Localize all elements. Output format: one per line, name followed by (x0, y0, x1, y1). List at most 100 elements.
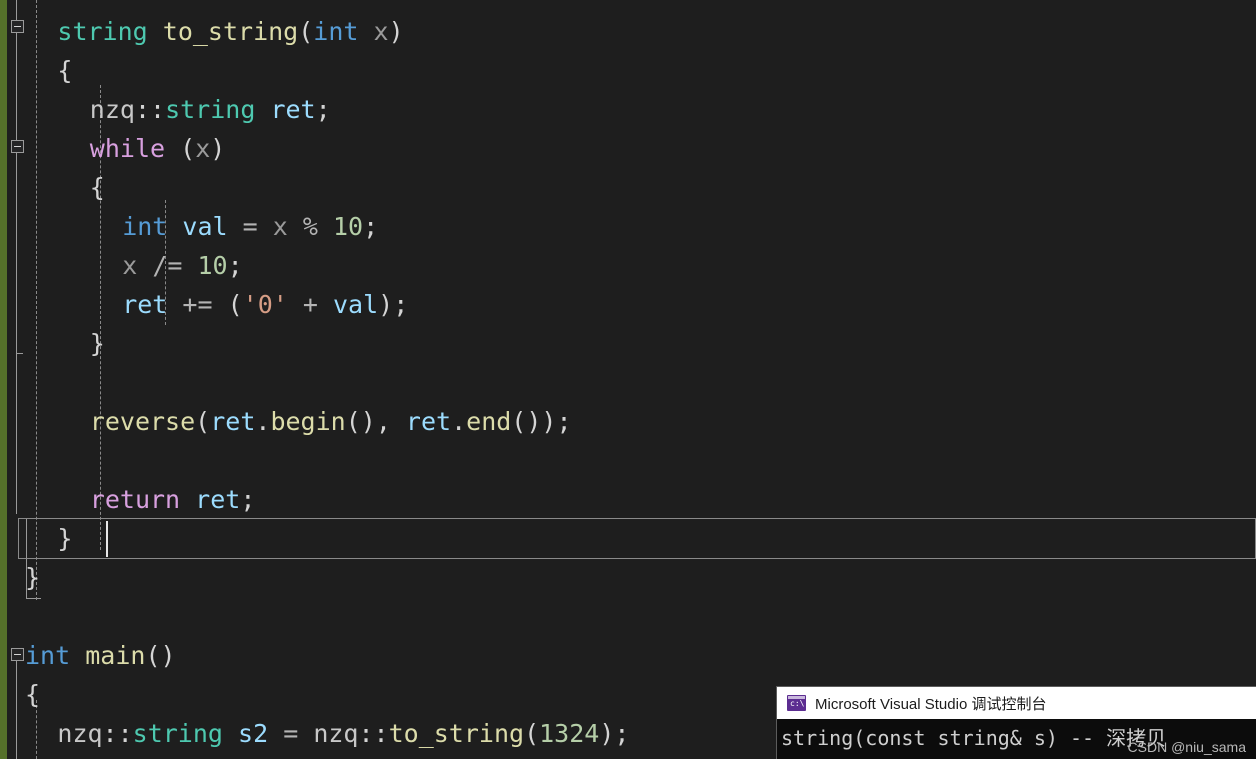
code-token: ( (195, 407, 211, 436)
code-line[interactable]: ret += ('0' + val); (122, 285, 408, 324)
debug-console-window[interactable]: Microsoft Visual Studio 调试控制台 string(con… (776, 686, 1256, 759)
code-token: ; (393, 290, 409, 319)
code-token: while (89, 134, 166, 163)
code-token: val (182, 212, 228, 241)
code-token: = (242, 212, 258, 241)
code-line[interactable]: string to_string(int x) (57, 12, 403, 51)
code-line[interactable]: int main() (25, 636, 176, 675)
console-window-title: Microsoft Visual Studio 调试控制台 (815, 695, 1047, 713)
code-token: nzq (89, 95, 135, 124)
code-token: % (302, 212, 318, 241)
code-token: () (145, 641, 176, 670)
code-token: ret (195, 485, 241, 514)
code-token: ( (180, 134, 196, 163)
code-token: :: (134, 95, 166, 124)
code-token: '0' (242, 290, 288, 319)
code-token: 10 (333, 212, 364, 241)
code-token: } (89, 329, 105, 358)
code-token: ) (210, 134, 226, 163)
code-token: val (332, 290, 379, 319)
code-token: 1324 (539, 719, 600, 748)
code-token: { (25, 680, 41, 709)
code-line[interactable]: reverse(ret.begin(), ret.end()); (90, 402, 572, 441)
code-token: ; (240, 485, 256, 514)
code-token: s2 (238, 719, 269, 748)
code-token: . (451, 407, 467, 436)
code-token: { (57, 56, 73, 85)
code-token: ) (388, 17, 404, 46)
code-token: int (122, 212, 168, 241)
code-line[interactable]: { (25, 675, 40, 714)
code-token: x (373, 17, 389, 46)
code-token: ret (210, 407, 256, 436)
code-token: ) (599, 719, 615, 748)
code-line[interactable]: } (57, 519, 72, 558)
code-token: string (132, 719, 223, 748)
code-token: { (89, 173, 105, 202)
code-editor-surface[interactable]: string to_string(int x){nzq::string ret;… (0, 0, 1256, 759)
code-token: int (313, 17, 359, 46)
code-token: ; (315, 95, 331, 124)
code-token: ret (270, 95, 316, 124)
code-token: ( (227, 290, 243, 319)
code-line[interactable]: } (25, 558, 40, 597)
code-line[interactable]: { (57, 51, 72, 90)
code-token: to_string (162, 17, 299, 46)
code-token: ; (363, 212, 379, 241)
code-token: = (283, 719, 299, 748)
code-text-layer[interactable]: string to_string(int x){nzq::string ret;… (0, 0, 1256, 759)
code-token: string (165, 95, 256, 124)
code-token: x (195, 134, 211, 163)
code-token: end (466, 407, 512, 436)
console-app-icon (787, 695, 806, 711)
code-line[interactable]: nzq::string ret; (90, 90, 331, 129)
console-titlebar[interactable]: Microsoft Visual Studio 调试控制台 (777, 687, 1256, 719)
code-line[interactable]: return ret; (90, 480, 256, 519)
code-token: ()) (511, 407, 557, 436)
code-token: x (122, 251, 138, 280)
code-token: to_string (388, 719, 525, 748)
code-token: , (375, 407, 406, 436)
code-line[interactable]: } (90, 324, 105, 363)
code-token: ; (614, 719, 630, 748)
code-token: ) (378, 290, 394, 319)
code-token: } (57, 524, 73, 553)
code-token: ret (122, 290, 168, 319)
console-output-area: string(const string& s) -- 深拷贝 CSDN @niu… (777, 719, 1256, 759)
code-token: reverse (89, 407, 196, 436)
code-token: } (25, 563, 41, 592)
code-token: ; (556, 407, 572, 436)
code-line[interactable]: x /= 10; (122, 246, 242, 285)
code-line[interactable]: { (90, 168, 105, 207)
code-token: () (345, 407, 376, 436)
code-line[interactable]: while (x) (90, 129, 226, 168)
code-token: return (89, 485, 181, 514)
code-token: 10 (197, 251, 228, 280)
code-line[interactable]: int val = x % 10; (122, 207, 378, 246)
code-token: += (182, 290, 213, 319)
code-token: . (255, 407, 271, 436)
code-token: int (25, 641, 71, 670)
code-token: :: (358, 719, 389, 748)
code-token: ( (524, 719, 540, 748)
code-token: ; (227, 251, 243, 280)
code-token: nzq (313, 719, 359, 748)
code-token: x (272, 212, 288, 241)
code-line[interactable]: nzq::string s2 = nzq::to_string(1324); (57, 714, 629, 753)
